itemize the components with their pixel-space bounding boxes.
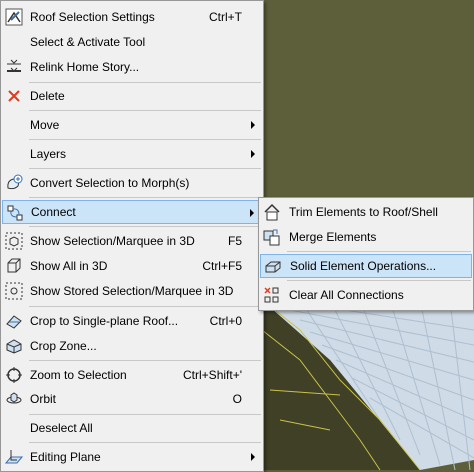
cube-icon: [4, 256, 24, 276]
stored-marquee-icon: [4, 281, 24, 301]
submenu-arrow-icon: [251, 150, 255, 158]
menu-item-label: Editing Plane: [30, 450, 101, 464]
menu-item-label: Move: [30, 118, 60, 132]
menu-separator: [29, 442, 261, 443]
menu-separator: [287, 280, 471, 281]
morph-icon: [4, 173, 24, 193]
menu-separator: [29, 82, 261, 83]
delete-icon: [4, 86, 24, 106]
menu-item-relink-home-story[interactable]: Relink Home Story...: [2, 55, 262, 79]
connect-submenu: Trim Elements to Roof/Shell Merge Elemen…: [258, 197, 474, 311]
menu-separator: [287, 251, 471, 252]
menu-separator: [29, 197, 261, 198]
roof-settings-icon: [4, 7, 24, 27]
menu-item-label: Delete: [30, 89, 65, 103]
menu-item-deselect-all[interactable]: Deselect All: [2, 416, 262, 440]
zoom-icon: [4, 365, 24, 385]
menu-item-crop-single-plane-roof[interactable]: Crop to Single-plane Roof... Ctrl+0: [2, 309, 262, 333]
menu-item-label: Convert Selection to Morph(s): [30, 176, 190, 190]
connect-icon: [5, 203, 25, 223]
merge-icon: [262, 227, 282, 247]
submenu-arrow-icon: [251, 453, 255, 461]
menu-item-label: Roof Selection Settings: [30, 10, 155, 24]
submenu-item-solid-element-operations[interactable]: Solid Element Operations...: [260, 254, 472, 278]
menu-item-label: Relink Home Story...: [30, 60, 140, 74]
menu-item-select-activate-tool[interactable]: Select & Activate Tool: [2, 30, 262, 54]
menu-item-label: Connect: [31, 205, 76, 219]
menu-item-label: Clear All Connections: [289, 288, 404, 302]
menu-item-crop-zone[interactable]: Crop Zone...: [2, 334, 262, 358]
menu-item-label: Deselect All: [30, 421, 93, 435]
editing-plane-icon: [4, 447, 24, 467]
menu-item-shortcut: F5: [227, 234, 242, 248]
menu-item-orbit[interactable]: Orbit O: [2, 387, 262, 411]
solid-operations-icon: [263, 257, 283, 277]
crop-roof-icon: [4, 311, 24, 331]
menu-item-shortcut: Ctrl+F5: [202, 259, 242, 273]
submenu-item-trim-elements[interactable]: Trim Elements to Roof/Shell: [260, 200, 472, 224]
submenu-arrow-icon: [251, 121, 255, 129]
submenu-arrow-icon: [250, 209, 254, 217]
clear-connections-icon: [262, 285, 282, 305]
menu-item-label: Show Selection/Marquee in 3D: [30, 234, 195, 248]
menu-item-editing-plane[interactable]: Editing Plane: [2, 445, 262, 469]
menu-item-shortcut: Ctrl+T: [209, 10, 242, 24]
story-link-icon: [4, 57, 24, 77]
menu-separator: [29, 110, 261, 111]
menu-item-connect[interactable]: Connect: [2, 200, 262, 224]
menu-item-shortcut: Ctrl+Shift+': [183, 368, 242, 382]
menu-item-show-stored-selection-3d[interactable]: Show Stored Selection/Marquee in 3D: [2, 279, 262, 303]
menu-item-label: Merge Elements: [289, 230, 377, 244]
submenu-item-merge-elements[interactable]: Merge Elements: [260, 225, 472, 249]
context-menu: Roof Selection Settings Ctrl+T Select & …: [0, 0, 264, 472]
menu-item-label: Show All in 3D: [30, 259, 108, 273]
menu-separator: [29, 168, 261, 169]
menu-item-label: Solid Element Operations...: [290, 259, 437, 273]
menu-item-show-selection-3d[interactable]: Show Selection/Marquee in 3D F5: [2, 229, 262, 253]
menu-separator: [29, 360, 261, 361]
menu-item-roof-selection-settings[interactable]: Roof Selection Settings Ctrl+T: [2, 5, 262, 29]
menu-item-label: Orbit: [30, 392, 57, 406]
menu-item-shortcut: O: [232, 392, 242, 406]
menu-item-label: Zoom to Selection: [30, 368, 127, 382]
menu-separator: [29, 226, 261, 227]
menu-item-zoom-to-selection[interactable]: Zoom to Selection Ctrl+Shift+': [2, 363, 262, 387]
submenu-item-clear-all-connections[interactable]: Clear All Connections: [260, 283, 472, 307]
menu-item-label: Trim Elements to Roof/Shell: [289, 205, 438, 219]
menu-item-move[interactable]: Move: [2, 113, 262, 137]
marquee-3d-icon: [4, 231, 24, 251]
menu-item-delete[interactable]: Delete: [2, 84, 262, 108]
menu-item-label: Crop to Single-plane Roof...: [30, 314, 179, 328]
orbit-icon: [4, 389, 24, 409]
crop-zone-icon: [4, 336, 24, 356]
menu-separator: [29, 414, 261, 415]
menu-item-layers[interactable]: Layers: [2, 142, 262, 166]
trim-roof-icon: [262, 202, 282, 222]
menu-item-convert-to-morph[interactable]: Convert Selection to Morph(s): [2, 171, 262, 195]
menu-item-label: Crop Zone...: [30, 339, 97, 353]
menu-item-show-all-3d[interactable]: Show All in 3D Ctrl+F5: [2, 254, 262, 278]
menu-separator: [29, 139, 261, 140]
menu-item-shortcut: Ctrl+0: [209, 314, 242, 328]
menu-separator: [29, 306, 261, 307]
menu-item-label: Layers: [30, 147, 67, 161]
menu-item-label: Show Stored Selection/Marquee in 3D: [30, 284, 234, 298]
menu-item-label: Select & Activate Tool: [30, 35, 146, 49]
